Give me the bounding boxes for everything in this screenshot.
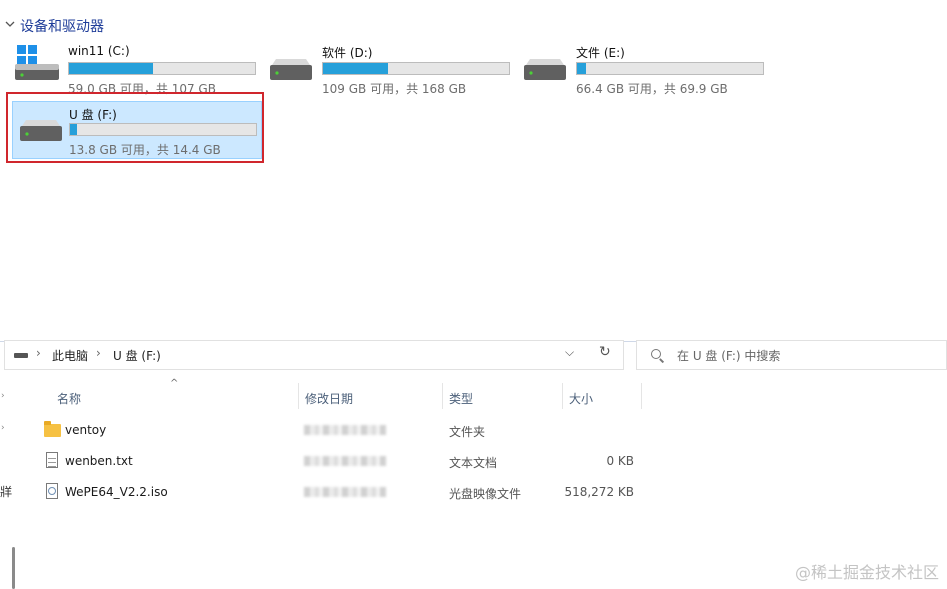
drive-name: 软件 (D:) [322, 46, 373, 60]
drive-space-text: 109 GB 可用，共 168 GB [322, 82, 467, 96]
nav-item-label[interactable]: 牂 [0, 483, 12, 500]
expand-arrow-icon[interactable]: › [1, 391, 5, 401]
address-dropdown-icon[interactable]: ⌵ [565, 345, 574, 360]
column-divider[interactable] [641, 383, 642, 409]
drive-usage-bar [68, 62, 256, 75]
drive-name: 文件 (E:) [576, 46, 625, 60]
hard-drive-icon [270, 59, 312, 80]
search-placeholder: 在 U 盘 (F:) 中搜索 [677, 349, 781, 363]
text-file-icon [46, 452, 58, 468]
folder-icon [44, 421, 61, 437]
drive-name: win11 (C:) [68, 44, 130, 58]
column-divider[interactable] [562, 383, 563, 409]
windows-logo-icon [17, 45, 37, 65]
file-name: ventoy [65, 423, 107, 437]
breadcrumb-chevron-icon[interactable]: › [36, 346, 41, 360]
file-size: 0 KB [606, 454, 634, 468]
drive-c[interactable]: win11 (C:) 59.0 GB 可用，共 107 GB [4, 41, 264, 99]
column-header-name[interactable]: 名称 [57, 390, 81, 407]
file-type: 文件夹 [449, 425, 486, 439]
file-name: WePE64_V2.2.iso [65, 485, 168, 499]
watermark-text: @稀土掘金技术社区 [794, 563, 939, 582]
expand-arrow-icon[interactable]: › [1, 423, 5, 433]
column-header-type[interactable]: 类型 [449, 390, 473, 407]
collapse-chevron-icon[interactable] [4, 18, 16, 30]
breadcrumb-this-pc[interactable]: 此电脑 [52, 347, 88, 364]
file-date-blurred [304, 425, 386, 435]
file-date-blurred [304, 487, 386, 497]
sort-up-arrow-icon: ^ [170, 378, 179, 389]
address-bar[interactable]: › 此电脑 › U 盘 (F:) ⌵ ↻ [4, 340, 624, 370]
hard-drive-icon [15, 64, 59, 80]
file-date-blurred [304, 456, 386, 466]
search-box[interactable]: 在 U 盘 (F:) 中搜索 [636, 340, 947, 370]
this-pc-icon [14, 353, 28, 358]
file-row-wenben[interactable]: wenben.txt 文本文档 0 KB [40, 447, 640, 475]
file-type: 文本文档 [449, 456, 498, 470]
breadcrumb-usb-drive[interactable]: U 盘 (F:) [113, 347, 161, 364]
annotation-highlight-box [6, 92, 264, 163]
file-row-wepe-iso[interactable]: WePE64_V2.2.iso 光盘映像文件 518,272 KB [40, 478, 640, 506]
drive-d[interactable]: 软件 (D:) 109 GB 可用，共 168 GB [258, 41, 518, 99]
section-title-devices[interactable]: 设备和驱动器 [20, 16, 104, 36]
drive-usage-bar [322, 62, 510, 75]
drive-e[interactable]: 文件 (E:) 66.4 GB 可用，共 69.9 GB [512, 41, 772, 99]
file-size: 518,272 KB [564, 485, 634, 499]
file-type: 光盘映像文件 [449, 487, 522, 501]
drive-space-text: 66.4 GB 可用，共 69.9 GB [576, 82, 728, 96]
column-divider[interactable] [298, 383, 299, 409]
drive-usage-bar [576, 62, 764, 75]
column-header-size[interactable]: 大小 [569, 390, 593, 407]
column-header-date[interactable]: 修改日期 [305, 390, 353, 407]
search-icon [651, 349, 661, 359]
file-name: wenben.txt [65, 454, 133, 468]
hard-drive-icon [524, 59, 566, 80]
nav-scrollbar[interactable] [12, 547, 15, 589]
file-row-ventoy[interactable]: ventoy 文件夹 [40, 416, 640, 444]
iso-file-icon [46, 483, 58, 499]
refresh-icon[interactable]: ↻ [599, 344, 611, 360]
column-divider[interactable] [442, 383, 443, 409]
breadcrumb-chevron-icon[interactable]: › [96, 346, 101, 360]
